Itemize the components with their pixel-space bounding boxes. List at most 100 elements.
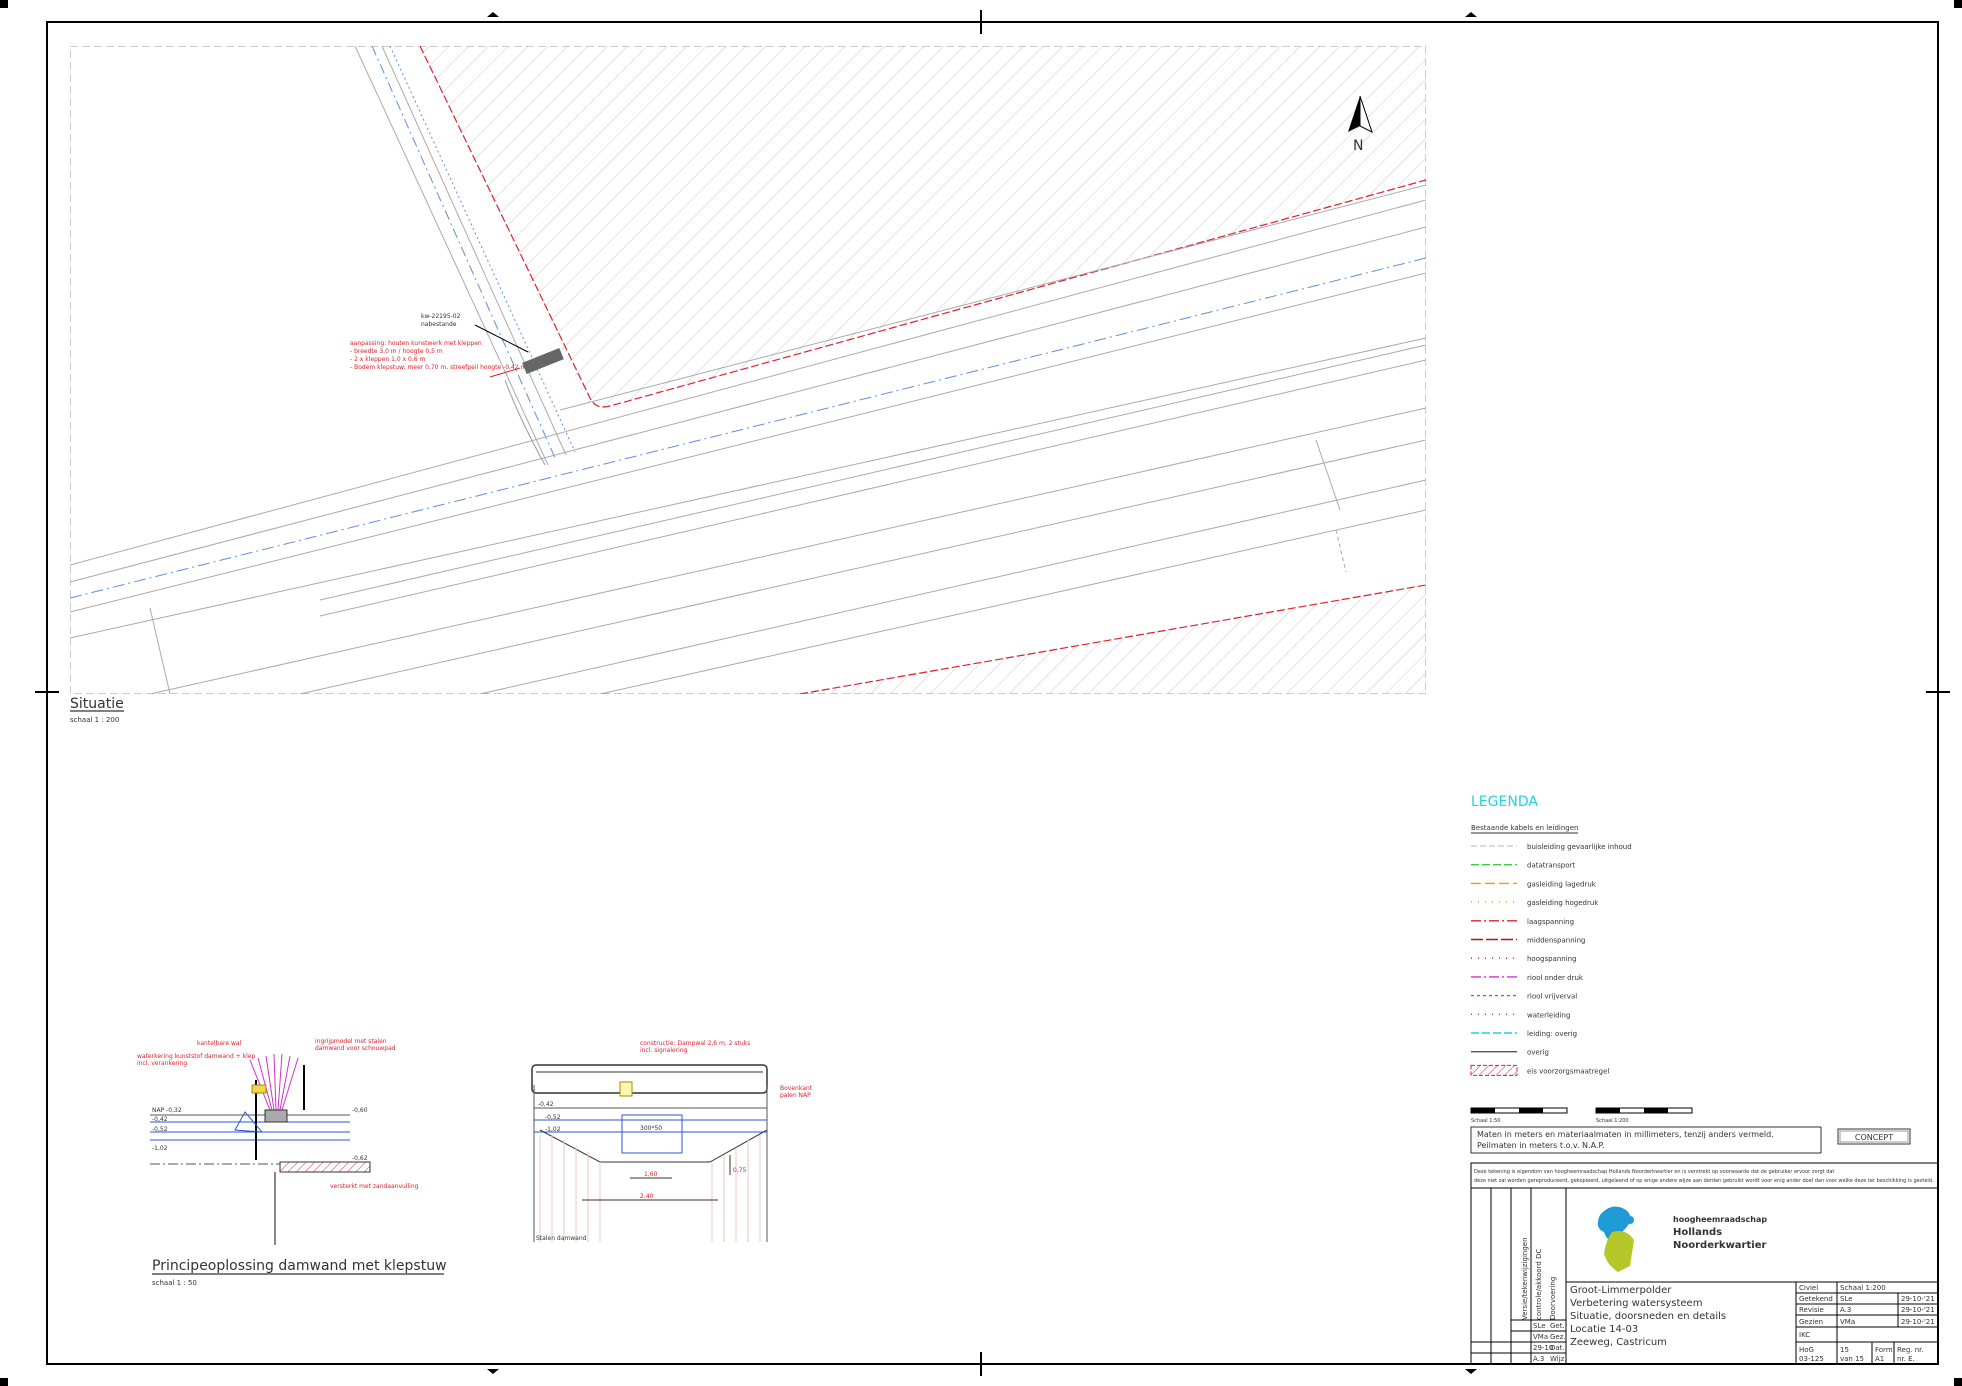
legend-item-label: middenspanning [1527, 937, 1585, 945]
svg-text:Get.: Get. [1550, 1322, 1565, 1330]
legend-item-label: eis voorzorgsmaatregel [1527, 1067, 1609, 1075]
legend-item-label: datatransport [1527, 862, 1575, 870]
project-info: Groot-Limmerpolder Verbetering watersyst… [1570, 1285, 1726, 1348]
legend-item-label: leiding: overig [1527, 1030, 1577, 1038]
legend-item-label: riool vrijverval [1527, 993, 1577, 1001]
scalebar-2-label: Schaal 1:200 [1596, 1118, 1629, 1124]
svg-text:0,75: 0,75 [733, 1167, 747, 1174]
svg-text:-0,60: -0,60 [352, 1107, 368, 1114]
svg-text:Deze tekening is eigendom van: Deze tekening is eigendom van hoogheemra… [1474, 1169, 1834, 1175]
left-cells: SLe Get. VMa Gez. 29-10 Dat. A.3 Wijz. [1471, 1319, 1567, 1363]
svg-text:29-10-'21: 29-10-'21 [1901, 1295, 1935, 1303]
svg-text:Peilmaten in meters t.o.v. N.A: Peilmaten in meters t.o.v. N.A.P. [1477, 1141, 1605, 1150]
svg-text:aanpassing: houten kunstwerk m: aanpassing: houten kunstwerk met kleppen [350, 340, 482, 347]
svg-text:VMa: VMa [1533, 1333, 1548, 1341]
svg-text:29-10-'21: 29-10-'21 [1901, 1318, 1935, 1326]
legend-item-label: riool onder druk [1527, 974, 1584, 982]
svg-text:1,60: 1,60 [644, 1171, 658, 1178]
hhnk-logo: hoogheemraadschap Hollands Noorderkwarti… [1597, 1206, 1767, 1272]
svg-text:Verbetering watersysteem: Verbetering watersysteem [1570, 1298, 1702, 1309]
svg-text:SLe: SLe [1533, 1322, 1546, 1330]
svg-text:- breedte 3,0 m / hoogte 0,5 m: - breedte 3,0 m / hoogte 0,5 m [350, 348, 443, 355]
north-label: N [1353, 138, 1363, 154]
svg-text:HoG: HoG [1799, 1346, 1814, 1354]
svg-text:A.3: A.3 [1840, 1306, 1851, 1314]
svg-text:Gezien: Gezien [1799, 1318, 1823, 1326]
legend-swatch [1470, 1064, 1518, 1076]
svg-text:Reg. nr.: Reg. nr. [1897, 1346, 1924, 1354]
svg-text:van 15: van 15 [1840, 1355, 1864, 1363]
svg-text:Getekend: Getekend [1799, 1295, 1833, 1303]
situation-map: N [70, 46, 1426, 694]
svg-text:ingrijpmodel met stalen: ingrijpmodel met stalen [315, 1038, 387, 1045]
svg-text:Doorvoering: Doorvoering [1549, 1277, 1557, 1320]
fields-table: Civiel Schaal 1:200 Getekend SLe 29-10-'… [1795, 1282, 1938, 1364]
legend-subtitle: Bestaande kabels en leidingen [1471, 824, 1578, 832]
svg-text:Groot-Limmerpolder: Groot-Limmerpolder [1570, 1285, 1672, 1296]
svg-text:300*50: 300*50 [640, 1125, 662, 1132]
svg-text:Civiel: Civiel [1799, 1284, 1818, 1292]
svg-text:Revisie: Revisie [1799, 1306, 1824, 1314]
svg-text:29-10-'21: 29-10-'21 [1901, 1306, 1935, 1314]
svg-text:incl. verankering: incl. verankering [137, 1060, 187, 1067]
svg-text:kantelbare wal: kantelbare wal [197, 1040, 242, 1047]
svg-text:Wijz.: Wijz. [1550, 1355, 1567, 1363]
svg-text:nr. E.: nr. E. [1897, 1355, 1915, 1363]
scalebar-1-label: Schaal 1:50 [1471, 1118, 1500, 1124]
org-line-2: Hollands [1673, 1227, 1722, 1238]
svg-text:03-125: 03-125 [1799, 1355, 1824, 1363]
drawing-sheet: N kw-22195-02 nabestande aanpassing: hou… [0, 0, 1962, 1386]
detail-damwand: kantelbare wal waterkering kunststof dam… [137, 1038, 447, 1287]
svg-text:Form.: Form. [1875, 1346, 1895, 1354]
legend-item-label: laagspanning [1527, 918, 1574, 926]
svg-text:versterkt met zandaanvulling: versterkt met zandaanvulling [330, 1183, 419, 1190]
svg-text:Schaal 1:200: Schaal 1:200 [1840, 1284, 1886, 1292]
legend-item-label: hoogspanning [1527, 955, 1577, 963]
svg-text:- Bodem klepstuw: meer 0,70 m,: - Bodem klepstuw: meer 0,70 m, streefpei… [350, 364, 526, 371]
situation-scale: schaal 1 : 200 [70, 716, 119, 724]
legend-item-label: waterleiding [1527, 1011, 1570, 1019]
legend-title: LEGENDA [1471, 794, 1538, 810]
svg-text:Maten in meters en materiaalma: Maten in meters en materiaalmaten in mil… [1477, 1130, 1774, 1139]
svg-text:A1: A1 [1875, 1355, 1884, 1363]
legend-item-label: gasleiding lagedruk [1527, 880, 1597, 888]
svg-text:-1,02: -1,02 [545, 1126, 561, 1133]
svg-text:NAP -0,32: NAP -0,32 [152, 1107, 182, 1114]
detail-cross-section: 300*50 1,60 2,40 0,75 Stalen damwand -0,… [531, 1040, 813, 1242]
svg-text:constructie: Dampwal 2,6 m, 2: constructie: Dampwal 2,6 m, 2 stuks [640, 1040, 750, 1047]
svg-text:Situatie, doorsneden en detail: Situatie, doorsneden en details [1570, 1311, 1726, 1322]
svg-text:Dat.: Dat. [1550, 1344, 1565, 1352]
svg-text:15: 15 [1840, 1346, 1849, 1354]
svg-text:Stalen damwand: Stalen damwand [536, 1235, 587, 1242]
svg-text:-0,52: -0,52 [545, 1114, 561, 1121]
svg-text:- 2 x kleppen 1,0 x 0,6 m: - 2 x kleppen 1,0 x 0,6 m [350, 356, 425, 363]
svg-text:deze niet zal worden gereprodu: deze niet zal worden gereproduceerd, gek… [1474, 1178, 1934, 1184]
detail-title: Principeoplossing damwand met klepstuw [152, 1258, 447, 1274]
scale-bars: Schaal 1:50 Schaal 1:200 [1470, 1107, 1693, 1124]
situation-title: Situatie [70, 696, 124, 712]
svg-text:-1,02: -1,02 [152, 1145, 168, 1152]
legend-item-label: buisleiding gevaarlijke inhoud [1527, 843, 1632, 851]
callout-black-2: nabestande [421, 321, 457, 328]
svg-text:controle/akkoord DC: controle/akkoord DC [1535, 1249, 1543, 1320]
callout-black-1: kw-22195-02 [421, 313, 461, 320]
status-box: CONCEPT [1855, 1133, 1893, 1142]
svg-text:Versie/tekenwijzigingen: Versie/tekenwijzigingen [1521, 1237, 1529, 1320]
org-line-3: Noorderkwartier [1673, 1240, 1766, 1251]
svg-text:incl. signalering: incl. signalering [640, 1047, 688, 1054]
svg-text:palen NAP: palen NAP [780, 1092, 811, 1099]
notes-box: Maten in meters en materiaalmaten in mil… [1470, 1126, 1911, 1154]
svg-text:Locatie 14-03: Locatie 14-03 [1570, 1324, 1638, 1335]
legend: LEGENDA Bestaande kabels en leidingen bu… [1470, 794, 1632, 1076]
svg-text:-0,42: -0,42 [152, 1116, 168, 1123]
svg-text:SLe: SLe [1840, 1295, 1853, 1303]
legend-item-label: overig [1527, 1049, 1549, 1057]
svg-text:2,40: 2,40 [640, 1193, 654, 1200]
svg-text:Bovenkant: Bovenkant [780, 1085, 813, 1092]
svg-text:-0,62: -0,62 [352, 1155, 368, 1162]
svg-text:Gez.: Gez. [1550, 1333, 1566, 1341]
org-line-1: hoogheemraadschap [1673, 1215, 1767, 1224]
title-block: Deze tekening is eigendom van hoogheemra… [1470, 1162, 1939, 1365]
svg-text:Zeeweg, Castricum: Zeeweg, Castricum [1570, 1337, 1667, 1348]
svg-text:damwand voor schouwpad: damwand voor schouwpad [315, 1045, 396, 1052]
